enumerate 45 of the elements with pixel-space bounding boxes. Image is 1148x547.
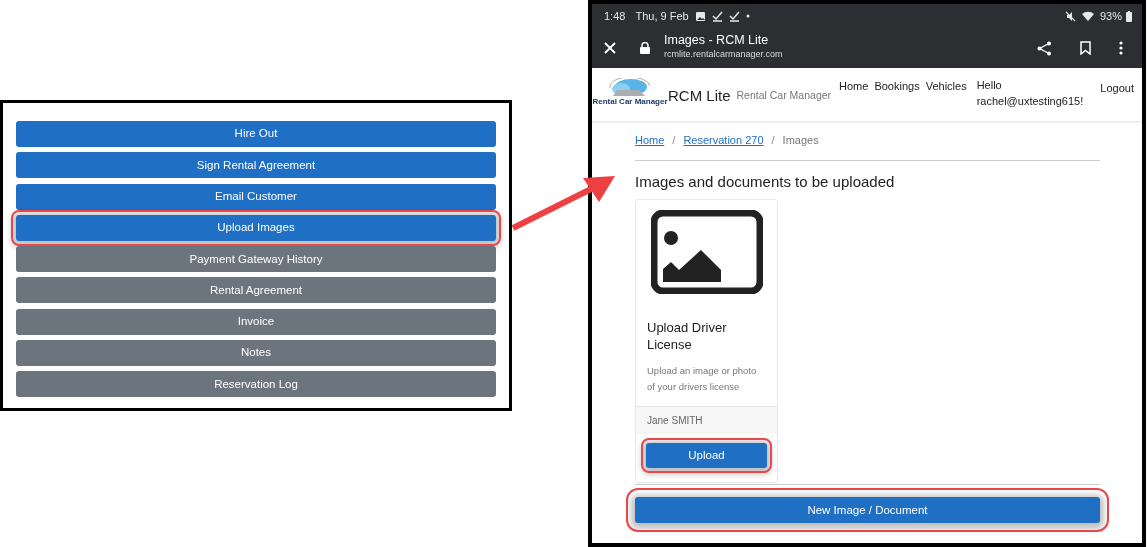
action-button[interactable]: Email Customer (16, 183, 496, 210)
brand-link[interactable]: RCM Lite (668, 85, 731, 108)
new-document-button[interactable]: New Image / Document (635, 497, 1100, 524)
action-button[interactable]: Payment Gateway History (16, 246, 496, 273)
breadcrumb-current: Images (782, 133, 819, 148)
status-date: Thu, 9 Feb (635, 8, 689, 24)
cloud-car-icon (607, 78, 653, 98)
share-icon[interactable] (1037, 40, 1052, 56)
section-heading: Images and documents to be uploaded (635, 171, 896, 192)
breadcrumb-link[interactable]: Reservation 270 (683, 132, 764, 149)
action-button[interactable]: Sign Rental Agreement (16, 152, 496, 179)
nav-link[interactable]: Vehicles (925, 78, 967, 95)
image-icon (650, 210, 763, 294)
check-icon (711, 10, 723, 22)
close-icon[interactable] (604, 42, 616, 54)
logo-text: Rental Car Manager (592, 98, 668, 106)
card-description: Upload an image or photo of your drivers license (647, 363, 758, 395)
action-button[interactable]: Invoice (16, 308, 496, 335)
bookmark-icon[interactable] (1080, 41, 1091, 55)
greeting-text: Hello rachel@uxtesting615! (976, 78, 1085, 109)
card-title: Upload Driver License (647, 320, 728, 354)
action-button[interactable]: Rental Agreement (16, 277, 496, 304)
mute-icon (1064, 10, 1076, 22)
breadcrumb-link[interactable]: Home (635, 132, 665, 149)
battery-icon (1126, 10, 1132, 22)
page-url: rcmlite.rentalcarmanager.com (664, 48, 783, 62)
check-icon (728, 10, 740, 22)
status-time: 1:48 (604, 8, 626, 24)
nav-link[interactable]: Bookings (874, 78, 920, 95)
action-button[interactable]: Notes (16, 340, 496, 367)
breadcrumb-separator: / (672, 133, 676, 148)
action-button[interactable]: Hire Out (16, 121, 496, 147)
action-button[interactable]: Reservation Log (16, 371, 496, 398)
nav-link[interactable]: Home (839, 78, 869, 95)
dot-icon (745, 14, 750, 18)
card-footer-text: Jane SMITH (636, 406, 777, 435)
more-icon[interactable] (1119, 41, 1123, 55)
battery-text: 93% (1099, 8, 1122, 24)
breadcrumb-separator: / (771, 133, 775, 148)
gallery-icon (694, 10, 706, 22)
tagline: Rental Car Manager (736, 88, 832, 103)
wifi-icon (1081, 11, 1094, 21)
page-title: Images - RCM Lite (664, 34, 770, 49)
lock-icon (640, 42, 650, 54)
logout-link[interactable]: Logout (1096, 80, 1134, 97)
